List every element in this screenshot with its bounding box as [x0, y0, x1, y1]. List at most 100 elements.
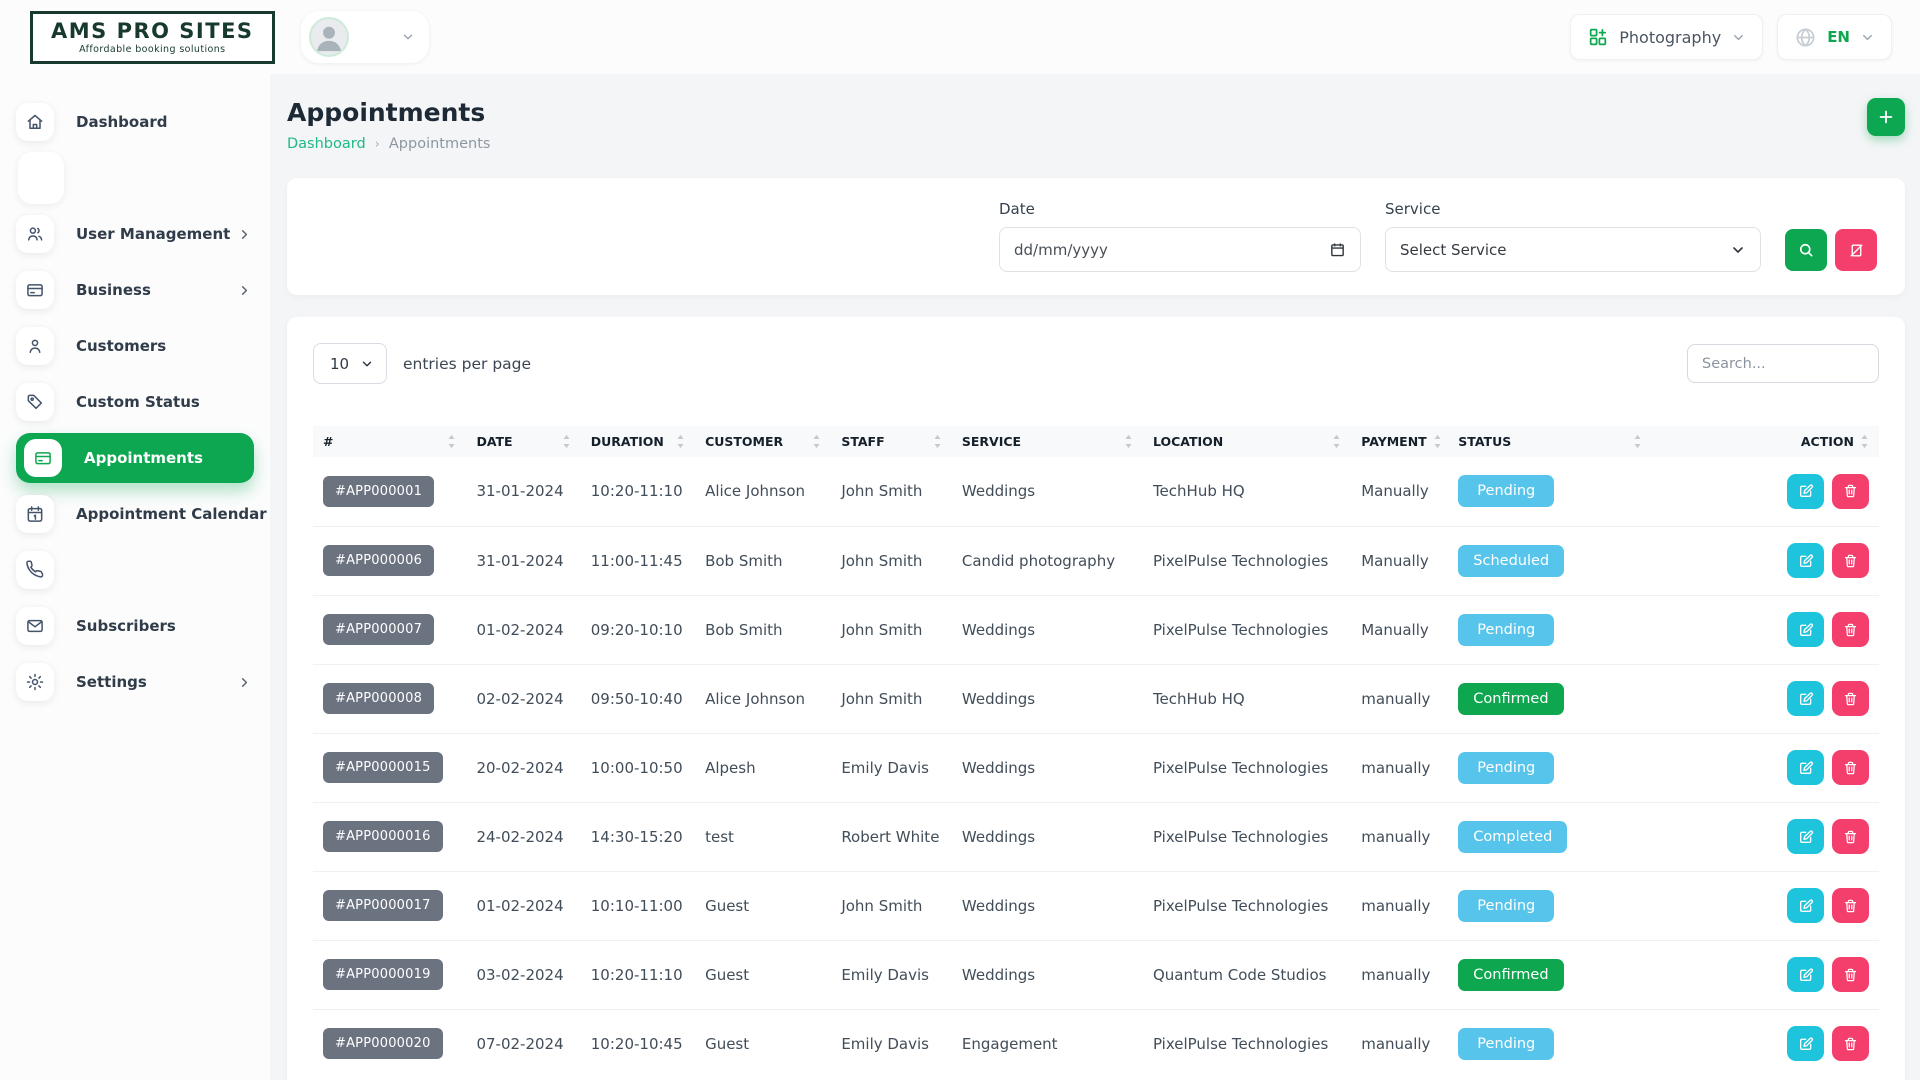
edit-button[interactable]: [1787, 612, 1824, 647]
edit-button[interactable]: [1787, 1026, 1824, 1061]
user-menu[interactable]: [301, 11, 429, 63]
column-header-location[interactable]: LOCATION: [1143, 426, 1351, 457]
sidebar-item-contacts[interactable]: Contacts: [0, 542, 270, 598]
filter-clear-button[interactable]: [1835, 229, 1877, 271]
status-badge: Completed: [1458, 821, 1567, 853]
column-header-[interactable]: #: [313, 426, 466, 457]
clear-filter-icon: [1848, 242, 1865, 259]
table-row: #APP00000631-01-202411:00-11:45Bob Smith…: [313, 526, 1879, 595]
appointment-id-badge: #APP0000017: [323, 890, 443, 921]
cell-status: Confirmed: [1448, 940, 1652, 1009]
cell-service: Weddings: [952, 457, 1143, 526]
delete-button[interactable]: [1832, 612, 1869, 647]
table-row: #APP00000802-02-202409:50-10:40Alice Joh…: [313, 664, 1879, 733]
column-header-status[interactable]: STATUS: [1448, 426, 1652, 457]
column-header-date[interactable]: DATE: [466, 426, 580, 457]
delete-button[interactable]: [1832, 888, 1869, 923]
column-header-staff[interactable]: STAFF: [831, 426, 952, 457]
delete-button[interactable]: [1832, 474, 1869, 509]
entries-per-page-select[interactable]: 10: [313, 343, 387, 384]
date-field: Date dd/mm/yyyy: [999, 200, 1361, 272]
edit-button[interactable]: [1787, 888, 1824, 923]
cell-duration: 11:00-11:45: [581, 526, 695, 595]
add-appointment-button[interactable]: [1867, 98, 1905, 136]
sidebar: Dashboard User Management BusinessCustomer…: [0, 74, 270, 1080]
column-header-action[interactable]: ACTION: [1652, 426, 1879, 457]
column-header-customer[interactable]: CUSTOMER: [695, 426, 831, 457]
cell-payment: manually: [1351, 664, 1448, 733]
calendar-icon[interactable]: [1329, 241, 1346, 258]
sidebar-item-settings[interactable]: Settings: [0, 654, 270, 710]
delete-button[interactable]: [1832, 819, 1869, 854]
plus-icon: [1876, 107, 1896, 127]
sidebar-item-dashboard[interactable]: Dashboard: [0, 94, 270, 150]
sidebar-item-appointments[interactable]: Appointments: [16, 433, 254, 483]
delete-button[interactable]: [1832, 1026, 1869, 1061]
status-badge: Confirmed: [1458, 959, 1563, 991]
trash-icon: [1843, 898, 1858, 914]
entries-per-page-value: 10: [330, 355, 349, 373]
search-icon: [1797, 241, 1815, 259]
sort-arrows-icon: [1860, 434, 1869, 449]
cell-duration: 10:20-11:10: [581, 457, 695, 526]
language-dropdown[interactable]: EN: [1777, 14, 1892, 60]
sidebar-item-business[interactable]: Business: [0, 262, 270, 318]
edit-button[interactable]: [1787, 681, 1824, 716]
table-row: #APP00000701-02-202409:20-10:10Bob Smith…: [313, 595, 1879, 664]
table-search-input[interactable]: [1687, 344, 1879, 383]
date-input[interactable]: dd/mm/yyyy: [999, 227, 1361, 272]
edit-button[interactable]: [1787, 957, 1824, 992]
cell-service: Candid photography: [952, 526, 1143, 595]
breadcrumb-dashboard-link[interactable]: Dashboard: [287, 136, 366, 152]
service-label: Service: [1385, 200, 1761, 218]
cell-date: 31-01-2024: [466, 457, 580, 526]
sidebar-item-customers[interactable]: Customers: [0, 318, 270, 374]
filter-search-button[interactable]: [1785, 229, 1827, 271]
sidebar-item-user-management[interactable]: User Management: [0, 206, 270, 262]
topbar-right: Photography EN: [1570, 14, 1892, 60]
breadcrumb-current: Appointments: [389, 136, 491, 152]
cell-payment: Manually: [1351, 457, 1448, 526]
cell-staff: John Smith: [831, 457, 952, 526]
delete-button[interactable]: [1832, 543, 1869, 578]
edit-icon: [1798, 1036, 1814, 1052]
sidebar-item-label: User Management: [76, 225, 230, 243]
edit-button[interactable]: [1787, 474, 1824, 509]
service-select[interactable]: Select Service: [1385, 227, 1761, 272]
phone-icon: Contacts: [16, 551, 54, 589]
column-header-payment[interactable]: PAYMENT: [1351, 426, 1448, 457]
breadcrumb: Dashboard › Appointments: [287, 136, 490, 152]
chevron-down-icon: [1860, 30, 1875, 45]
column-header-duration[interactable]: DURATION: [581, 426, 695, 457]
cell-id: #APP0000016: [313, 802, 466, 871]
table-body: #APP00000131-01-202410:20-11:10Alice Joh…: [313, 457, 1879, 1078]
edit-icon: [1798, 898, 1814, 914]
app-logo-tagline: Affordable booking solutions: [51, 44, 254, 55]
home-icon: [16, 103, 54, 141]
trash-icon: [1843, 760, 1858, 776]
appointments-table-card: 10 entries per page #DATEDURATIONCUSTOME…: [287, 317, 1905, 1080]
delete-button[interactable]: [1832, 750, 1869, 785]
delete-button[interactable]: [1832, 957, 1869, 992]
delete-button[interactable]: [1832, 681, 1869, 716]
sidebar-item-appointment-calendar[interactable]: Appointment Calendar: [0, 486, 270, 542]
tag-icon: [16, 383, 54, 421]
edit-button[interactable]: [1787, 819, 1824, 854]
cell-status: Pending: [1448, 457, 1652, 526]
cell-date: 01-02-2024: [466, 595, 580, 664]
edit-button[interactable]: [1787, 750, 1824, 785]
edit-button[interactable]: [1787, 543, 1824, 578]
cell-location: PixelPulse Technologies: [1143, 871, 1351, 940]
avatar: [309, 17, 349, 57]
category-dropdown[interactable]: Photography: [1570, 14, 1763, 60]
cell-customer: Bob Smith: [695, 595, 831, 664]
service-field: Service Select Service: [1385, 200, 1761, 272]
sidebar-item-custom-status[interactable]: Custom Status: [0, 374, 270, 430]
cell-customer: test: [695, 802, 831, 871]
sort-arrows-icon: [676, 434, 685, 449]
sidebar-item-subscribers[interactable]: Subscribers: [0, 598, 270, 654]
column-header-service[interactable]: SERVICE: [952, 426, 1143, 457]
cell-staff: John Smith: [831, 871, 952, 940]
table-row: #APP00000131-01-202410:20-11:10Alice Joh…: [313, 457, 1879, 526]
cell-payment: Manually: [1351, 595, 1448, 664]
